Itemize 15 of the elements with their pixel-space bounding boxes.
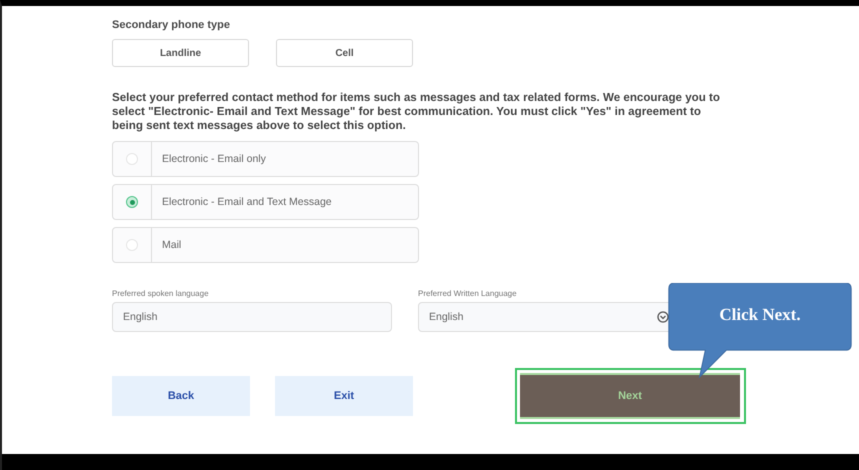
field-label: Preferred spoken language — [112, 289, 210, 298]
contact-method-prompt: Select your preferred contact method for items such as messages and tax related forms. We encourage you to select "Electronic- Email and Text Message" for best communication. You must click "Yes" in agreement to being sent text messages above to select this option. — [112, 91, 721, 133]
chevron-down-icon — [657, 311, 669, 323]
radio-option[interactable]: Electronic - Email and Text Message — [112, 184, 419, 220]
radio-button[interactable] — [126, 196, 138, 208]
radio-option[interactable]: Mail — [112, 227, 419, 263]
language-field[interactable]: English — [112, 302, 392, 332]
next-button[interactable]: Next — [520, 373, 740, 419]
section-label: Secondary phone type — [112, 19, 231, 31]
nav-button[interactable]: Exit — [275, 376, 413, 416]
radio-option[interactable]: Electronic - Email only — [112, 141, 419, 177]
field-label: Preferred Written Language — [418, 289, 518, 298]
nav-button[interactable]: Back — [112, 376, 250, 416]
phone-type-button[interactable]: Landline — [112, 39, 249, 67]
phone-type-button[interactable]: Cell — [276, 39, 413, 67]
